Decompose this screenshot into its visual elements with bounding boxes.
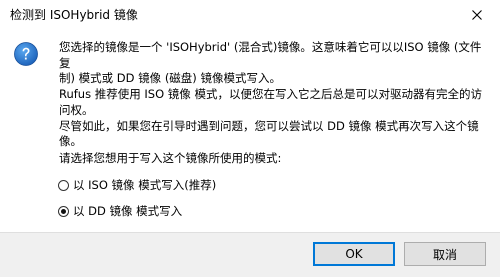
close-icon: [472, 10, 482, 20]
message-line: 制) 模式或 DD 镜像 (磁盘) 镜像模式写入。: [59, 71, 281, 86]
radio-button-dd[interactable]: [58, 205, 69, 217]
radio-label-dd[interactable]: 以 DD 镜像 模式写入: [73, 203, 182, 219]
question-icon: [14, 42, 38, 66]
ok-button[interactable]: OK: [313, 242, 395, 266]
button-bar: OK 取消: [0, 232, 500, 277]
radio-iso-mode[interactable]: 以 ISO 镜像 模式写入(推荐): [58, 177, 216, 193]
title-bar[interactable]: 检测到 ISOHybrid 镜像: [0, 0, 500, 30]
radio-label-iso[interactable]: 以 ISO 镜像 模式写入(推荐): [73, 177, 216, 193]
window-title: 检测到 ISOHybrid 镜像: [10, 8, 138, 22]
dialog-body: 您选择的镜像是一个 'ISOHybrid' (混合式)镜像。这意味着它可以以IS…: [0, 30, 500, 230]
close-button[interactable]: [454, 0, 500, 30]
message-line: Rufus 推荐使用 ISO 镜像 模式，以便您在写入它之后总是可以对驱动器有完…: [59, 87, 482, 102]
mode-prompt: 请选择您想用于写入这个镜像所使用的模式:: [59, 151, 282, 165]
message-line: 尽管如此，如果您在引导时遇到问题，您可以尝试以 DD 镜像 模式再次写入这个镜像…: [59, 118, 479, 149]
message-line: 问权。: [59, 102, 94, 117]
cancel-button[interactable]: 取消: [404, 242, 486, 266]
radio-dd-mode[interactable]: 以 DD 镜像 模式写入: [58, 203, 182, 219]
radio-button-iso[interactable]: [58, 179, 69, 191]
message-text: 您选择的镜像是一个 'ISOHybrid' (混合式)镜像。这意味着它可以以IS…: [59, 40, 491, 150]
dialog-window: 检测到 ISOHybrid 镜像 您选择的镜像是一个 'ISOHybrid' (…: [0, 0, 500, 277]
message-line: 您选择的镜像是一个 'ISOHybrid' (混合式)镜像。这意味着它可以以IS…: [59, 40, 482, 70]
